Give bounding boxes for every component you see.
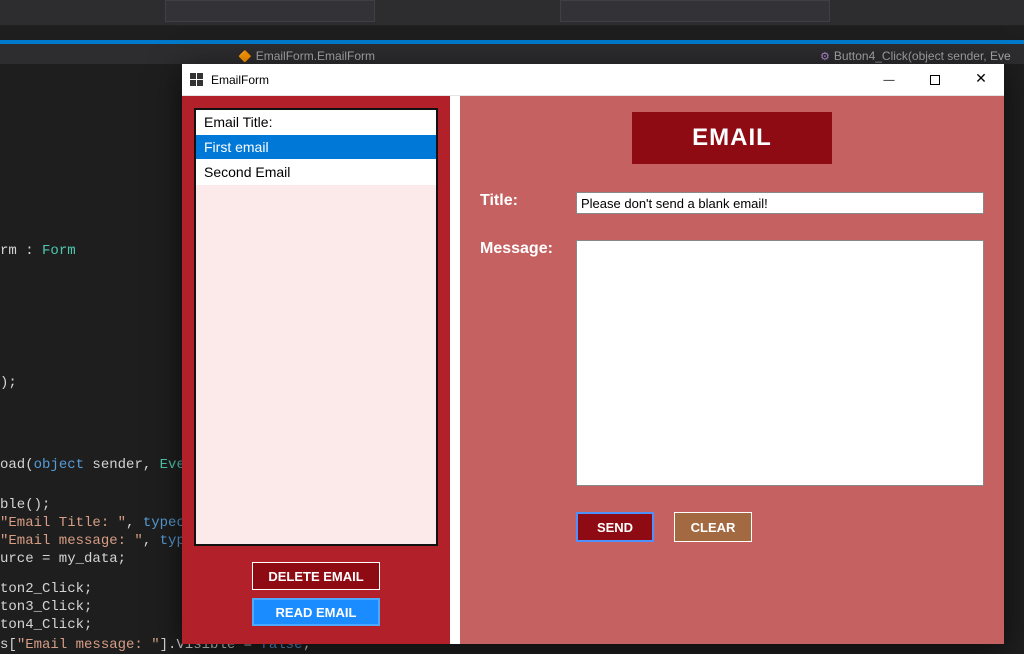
- emailform-window: EmailForm — ✕ Email Title: First email S…: [182, 64, 1004, 644]
- close-icon: ✕: [975, 71, 987, 88]
- message-textarea[interactable]: [576, 240, 984, 486]
- csharp-file-icon: ⚙: [820, 50, 830, 63]
- minimize-icon: —: [884, 74, 895, 86]
- ide-toolbar: [0, 0, 1024, 26]
- minimize-button[interactable]: —: [866, 64, 912, 96]
- ide-tab-label: Button4_Click(object sender, Eve: [834, 49, 1011, 63]
- ide-toolbar-combo-1[interactable]: [165, 0, 375, 22]
- message-label: Message:: [480, 240, 576, 258]
- clear-button[interactable]: CLEAR: [674, 512, 752, 542]
- left-panel: Email Title: First email Second Email DE…: [182, 96, 450, 644]
- title-input[interactable]: [576, 192, 984, 214]
- email-banner: EMAIL: [632, 112, 832, 164]
- window-title: EmailForm: [211, 73, 866, 87]
- send-button[interactable]: SEND: [576, 512, 654, 542]
- maximize-button[interactable]: [912, 64, 958, 96]
- titlebar[interactable]: EmailForm — ✕: [182, 64, 1004, 96]
- list-item[interactable]: First email: [196, 135, 436, 160]
- ide-tab-label: EmailForm.EmailForm: [256, 49, 375, 63]
- close-button[interactable]: ✕: [958, 64, 1004, 96]
- right-panel: EMAIL Title: Message: SEND CLEAR: [460, 96, 1004, 644]
- ide-tab-bar: 🔶 EmailForm.EmailForm ⚙ Button4_Click(ob…: [0, 40, 1024, 64]
- title-label: Title:: [480, 192, 576, 210]
- read-email-button[interactable]: READ EMAIL: [252, 598, 380, 626]
- maximize-icon: [930, 75, 940, 85]
- delete-email-button[interactable]: DELETE EMAIL: [252, 562, 380, 590]
- ide-toolbar-combo-2[interactable]: [560, 0, 830, 22]
- csharp-file-icon: 🔶: [238, 50, 252, 63]
- list-item[interactable]: Email Title:: [196, 110, 436, 135]
- app-icon: [190, 73, 204, 87]
- email-listbox[interactable]: Email Title: First email Second Email: [194, 108, 438, 546]
- list-item[interactable]: Second Email: [196, 160, 436, 185]
